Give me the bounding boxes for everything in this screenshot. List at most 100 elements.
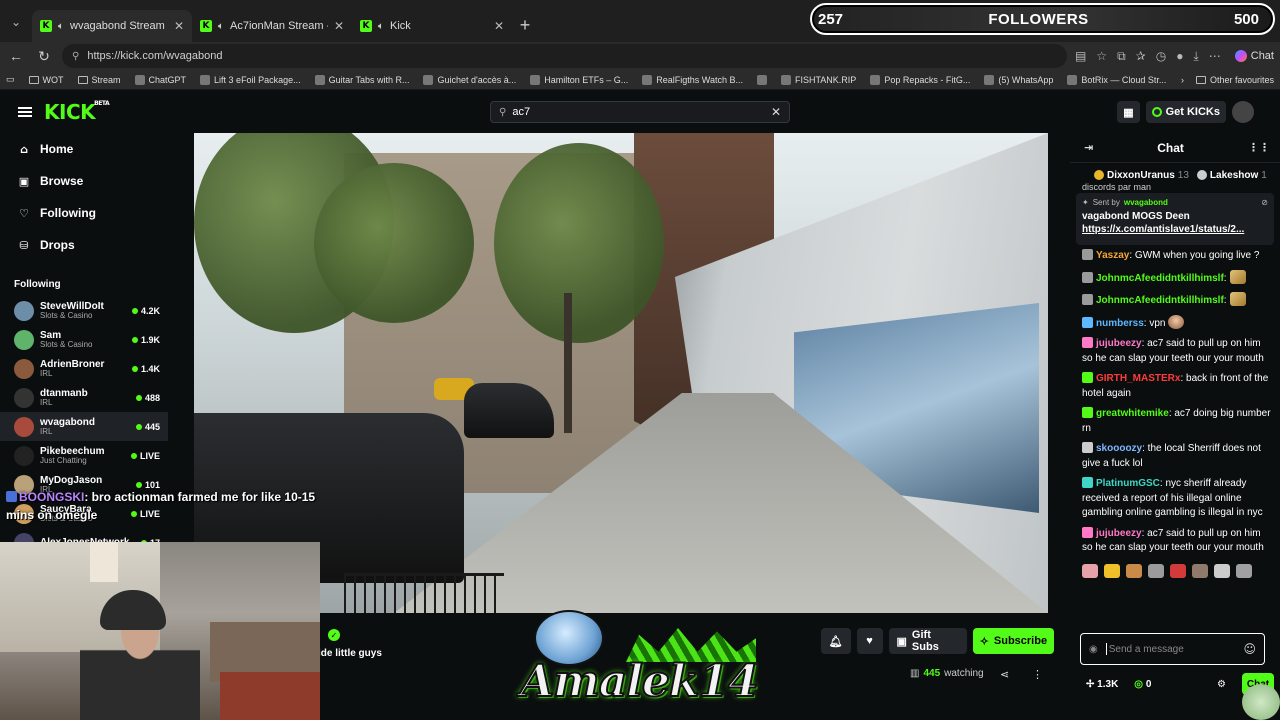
browser-tab[interactable]: K 🔈︎ Ac7ionMan Stream - Watch L ✕ bbox=[192, 10, 352, 42]
sidebar-item-drops[interactable]: ⛁ Drops bbox=[0, 229, 168, 261]
bookmark-item[interactable]: Guitar Tabs with R... bbox=[314, 74, 409, 85]
more-options-icon[interactable]: ⋮ bbox=[1032, 668, 1043, 681]
kicks-balance[interactable]: ✢ 1.3K bbox=[1086, 679, 1118, 690]
emote-icon[interactable] bbox=[1214, 563, 1230, 578]
clear-search-icon[interactable]: ✕ bbox=[771, 105, 781, 119]
url-field[interactable]: ⚲ https://kick.com/wvagabond bbox=[62, 44, 1067, 68]
download-icon[interactable]: ⤓ bbox=[1193, 49, 1198, 64]
kick-logo[interactable]: KICK BETA bbox=[44, 100, 110, 124]
browser-tab[interactable]: K 🔈︎ wvagabond Stream - Watch L ✕ bbox=[32, 10, 192, 42]
bookmark-item[interactable]: Hamilton ETFs – G... bbox=[530, 74, 628, 85]
following-channel[interactable]: Pikebeechum Just Chatting LIVE bbox=[0, 441, 168, 470]
follow-button[interactable]: ♥ bbox=[856, 628, 883, 654]
following-channel[interactable]: wvagabond IRL 445 bbox=[0, 412, 168, 441]
more-icon[interactable]: ⋯ bbox=[1209, 49, 1221, 63]
emote-icon[interactable] bbox=[1082, 563, 1098, 578]
collections-icon[interactable]: ▭ bbox=[6, 74, 15, 85]
get-kicks-label: Get KICKs bbox=[1165, 106, 1220, 118]
bookmark-item[interactable]: ChatGPT bbox=[134, 74, 186, 85]
chat-username[interactable]: numberss bbox=[1096, 318, 1144, 329]
extensions-icon[interactable]: ⧉ bbox=[1117, 49, 1126, 64]
reload-icon[interactable]: ↻ bbox=[34, 46, 54, 66]
bookmark-item[interactable]: Pop Repacks - FitG... bbox=[870, 74, 970, 85]
user-avatar[interactable] bbox=[1232, 101, 1254, 123]
menu-icon[interactable] bbox=[18, 107, 32, 117]
following-channel[interactable]: dtanmanb IRL 488 bbox=[0, 383, 168, 412]
emote-icon[interactable] bbox=[1192, 563, 1208, 578]
browse-grid-button[interactable]: ▦ bbox=[1117, 101, 1140, 123]
bookmark-item[interactable]: Guichet d'accès à... bbox=[423, 74, 516, 85]
emote-icon[interactable] bbox=[1170, 563, 1186, 578]
audio-playing-icon[interactable]: 🔈︎ bbox=[58, 21, 64, 32]
other-favourites[interactable]: Other favourites bbox=[1195, 75, 1274, 85]
leaderboard-entry[interactable]: Lakeshow 1 bbox=[1196, 170, 1267, 181]
browser-tab[interactable]: K 🔈︎ Kick ✕ bbox=[352, 10, 512, 42]
channel-points[interactable]: ◎ 0 bbox=[1134, 679, 1151, 690]
bookmark-item[interactable]: RealFigths Watch B... bbox=[642, 74, 743, 85]
unpin-icon[interactable]: ⊘ bbox=[1261, 198, 1268, 207]
following-channel[interactable]: SteveWillDoIt Slots & Casino 4.2K bbox=[0, 296, 168, 325]
profile-icon[interactable]: ● bbox=[1176, 49, 1183, 63]
emoji-picker-icon[interactable]: ☺ bbox=[1243, 642, 1256, 656]
close-tab-icon[interactable]: ✕ bbox=[174, 19, 184, 33]
notifications-button[interactable]: 🔔︎ bbox=[821, 628, 851, 654]
sidebar-item-following[interactable]: ♡ Following bbox=[0, 197, 168, 229]
history-icon[interactable]: ◷ bbox=[1156, 49, 1166, 63]
pinned-link[interactable]: https://x.com/antislave1/status/2... bbox=[1082, 224, 1268, 235]
tab-list-button[interactable]: ⌄ bbox=[4, 10, 28, 34]
video-player[interactable] bbox=[194, 133, 1048, 613]
site-info-icon[interactable]: ⚲ bbox=[72, 51, 79, 62]
get-kicks-button[interactable]: Get KICKs bbox=[1145, 101, 1226, 123]
bookmark-item[interactable]: Lift 3 eFoil Package... bbox=[200, 74, 301, 85]
sidebar-item-home[interactable]: ⌂ Home bbox=[0, 133, 168, 165]
bookmark-item[interactable]: (5) WhatsApp bbox=[984, 74, 1053, 85]
bookmark-item[interactable] bbox=[756, 74, 767, 85]
chat-username[interactable]: PlatinumGSC bbox=[1096, 478, 1160, 489]
bookmark-list: WOT Stream ChatGPT Lift 3 eFoil Package... G… bbox=[28, 74, 1166, 85]
share-icon[interactable]: ⋖ bbox=[1000, 668, 1009, 681]
sidebar-item-browse[interactable]: ▣ Browse bbox=[0, 165, 168, 197]
reader-icon[interactable]: ▤ bbox=[1075, 49, 1086, 63]
pinned-message[interactable]: ✦ Sent by wvagabond ⊘ vagabond MOGS Deen… bbox=[1076, 193, 1274, 245]
chat-username[interactable]: JohnmcAfeedidntkillhimslf bbox=[1096, 273, 1224, 284]
collapse-chat-icon[interactable]: ⇥ bbox=[1084, 141, 1093, 154]
following-channel[interactable]: Sam Slots & Casino 1.9K bbox=[0, 325, 168, 354]
chat-users-icon[interactable]: ⋮⋮ bbox=[1248, 141, 1270, 154]
channel-viewer-count: 4.2K bbox=[140, 305, 160, 316]
chat-username[interactable]: Yaszay bbox=[1096, 250, 1129, 261]
following-channel[interactable]: AlexJonesNetwork 17 bbox=[0, 528, 168, 543]
close-tab-icon[interactable]: ✕ bbox=[334, 19, 344, 33]
bookmark-item[interactable]: FISHTANK.RIP bbox=[780, 74, 856, 85]
new-tab-button[interactable]: + bbox=[512, 12, 538, 38]
search-input[interactable]: ⚲ ac7 ✕ bbox=[490, 101, 790, 123]
emote-icon[interactable] bbox=[1126, 563, 1142, 578]
emote-icon[interactable] bbox=[1104, 563, 1120, 578]
emote-icon[interactable] bbox=[1148, 563, 1164, 578]
bookmark-item[interactable]: WOT bbox=[28, 75, 64, 85]
chat-username[interactable]: greatwhitemike bbox=[1096, 408, 1169, 419]
gift-subs-button[interactable]: ▣ Gift Subs bbox=[888, 628, 967, 654]
bookmark-item[interactable]: BotRix — Cloud Str... bbox=[1067, 74, 1166, 85]
close-tab-icon[interactable]: ✕ bbox=[494, 19, 504, 33]
favorites-icon[interactable]: ✰ bbox=[1136, 49, 1146, 63]
chat-username[interactable]: skoooozy bbox=[1096, 443, 1142, 454]
leaderboard-entry[interactable]: DixxonUranus 13 bbox=[1094, 170, 1189, 181]
chat-username[interactable]: jujubeezy bbox=[1096, 338, 1142, 349]
emote-icon[interactable] bbox=[1236, 563, 1252, 578]
subscribe-button[interactable]: ✧ Subscribe bbox=[972, 628, 1054, 654]
chat-message-input[interactable]: ◉ Send a message ☺ bbox=[1080, 633, 1265, 665]
copilot-chat-button[interactable]: Chat bbox=[1234, 50, 1274, 62]
bookmark-item[interactable]: Stream bbox=[77, 75, 121, 85]
user-badge-icon bbox=[1082, 316, 1093, 328]
screen: ⌄ K 🔈︎ wvagabond Stream - Watch L ✕ K 🔈︎ Ac7io… bbox=[0, 0, 1280, 720]
audio-playing-icon[interactable]: 🔈︎ bbox=[378, 21, 384, 32]
chat-username[interactable]: JohnmcAfeedidntkillhimslf bbox=[1096, 295, 1224, 306]
following-channel[interactable]: AdrienBroner IRL 1.4K bbox=[0, 354, 168, 383]
back-icon[interactable]: ← bbox=[6, 46, 26, 66]
favorite-star-icon[interactable]: ☆ bbox=[1096, 49, 1107, 63]
chat-username[interactable]: jujubeezy bbox=[1096, 528, 1142, 539]
chat-settings-icon[interactable]: ⚙ bbox=[1217, 679, 1226, 690]
chat-username[interactable]: GIRTH_MASTERx bbox=[1096, 373, 1180, 384]
bookmarks-overflow-icon[interactable]: › bbox=[1181, 75, 1184, 85]
audio-playing-icon[interactable]: 🔈︎ bbox=[218, 21, 224, 32]
